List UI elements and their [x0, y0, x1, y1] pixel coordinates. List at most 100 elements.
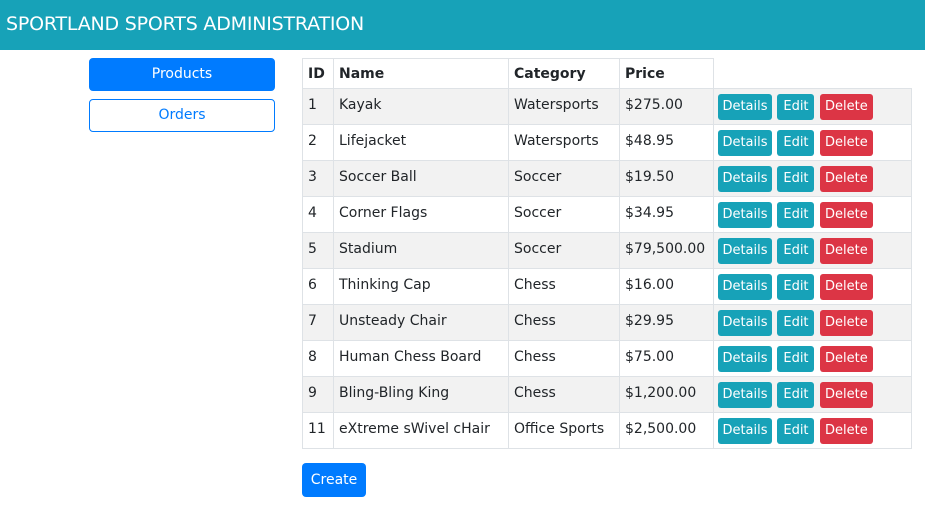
cell-id: 5	[302, 232, 334, 269]
cell-actions: Details Edit Delete	[713, 340, 912, 377]
app-header: SPORTLAND SPORTS ADMINISTRATION	[0, 0, 925, 50]
cell-name: Unsteady Chair	[333, 304, 509, 341]
cell-actions: Details Edit Delete	[713, 232, 912, 269]
edit-button[interactable]: Edit	[777, 382, 815, 408]
edit-button[interactable]: Edit	[777, 346, 815, 372]
edit-button[interactable]: Edit	[777, 310, 815, 336]
details-button[interactable]: Details	[718, 274, 772, 300]
cell-id: 11	[302, 412, 334, 449]
table-row: 1 Kayak Watersports $275.00 Details Edit Del…	[302, 88, 912, 125]
app-title: SPORTLAND SPORTS ADMINISTRATION	[6, 13, 365, 35]
cell-id: 9	[302, 376, 334, 413]
details-button[interactable]: Details	[718, 202, 772, 228]
cell-actions: Details Edit Delete	[713, 268, 912, 305]
cell-id: 3	[302, 160, 334, 197]
cell-name: Human Chess Board	[333, 340, 509, 377]
details-button[interactable]: Details	[718, 238, 772, 264]
cell-price: $75.00	[619, 340, 714, 377]
delete-button[interactable]: Delete	[819, 346, 873, 372]
edit-button[interactable]: Edit	[777, 238, 815, 264]
cell-id: 4	[302, 196, 334, 233]
cell-category: Watersports	[508, 124, 620, 161]
cell-price: $19.50	[619, 160, 714, 197]
delete-button[interactable]: Delete	[819, 310, 873, 336]
cell-price: $48.95	[619, 124, 714, 161]
table-row: 7 Unsteady Chair Chess $29.95 Details Edit D…	[302, 304, 912, 341]
cell-category: Chess	[508, 304, 620, 341]
details-button[interactable]: Details	[718, 94, 772, 120]
cell-name: Soccer Ball	[333, 160, 509, 197]
delete-button[interactable]: Delete	[819, 94, 873, 120]
delete-button[interactable]: Delete	[819, 166, 873, 192]
column-header-price: Price	[619, 58, 714, 89]
details-button[interactable]: Details	[718, 310, 772, 336]
details-button[interactable]: Details	[718, 418, 772, 444]
cell-category: Chess	[508, 268, 620, 305]
cell-actions: Details Edit Delete	[713, 124, 912, 161]
cell-actions: Details Edit Delete	[713, 376, 912, 413]
edit-button[interactable]: Edit	[777, 130, 815, 156]
table-row: 2 Lifejacket Watersports $48.95 Details Edit…	[302, 124, 912, 161]
cell-id: 2	[302, 124, 334, 161]
products-nav-button[interactable]: Products	[89, 58, 275, 91]
delete-button[interactable]: Delete	[819, 130, 873, 156]
delete-button[interactable]: Delete	[819, 274, 873, 300]
delete-button[interactable]: Delete	[819, 418, 873, 444]
cell-actions: Details Edit Delete	[713, 160, 912, 197]
sidebar-nav: Products Orders	[89, 58, 275, 132]
cell-category: Watersports	[508, 88, 620, 125]
cell-category: Chess	[508, 376, 620, 413]
edit-button[interactable]: Edit	[777, 166, 815, 192]
table-row: 5 Stadium Soccer $79,500.00 Details Edit Del…	[302, 232, 912, 269]
cell-price: $34.95	[619, 196, 714, 233]
details-button[interactable]: Details	[718, 130, 772, 156]
cell-category: Chess	[508, 340, 620, 377]
table-row: 3 Soccer Ball Soccer $19.50 Details Edit Del…	[302, 160, 912, 197]
cell-id: 6	[302, 268, 334, 305]
edit-button[interactable]: Edit	[777, 274, 815, 300]
cell-name: Corner Flags	[333, 196, 509, 233]
details-button[interactable]: Details	[718, 346, 772, 372]
table-row: 8 Human Chess Board Chess $75.00 Details Edi…	[302, 340, 912, 377]
cell-name: Kayak	[333, 88, 509, 125]
cell-price: $275.00	[619, 88, 714, 125]
cell-id: 7	[302, 304, 334, 341]
details-button[interactable]: Details	[718, 382, 772, 408]
table-row: 4 Corner Flags Soccer $34.95 Details Edit De…	[302, 196, 912, 233]
delete-button[interactable]: Delete	[819, 202, 873, 228]
table-row: 11 eXtreme sWivel cHair Office Sports $2,50…	[302, 412, 912, 449]
cell-price: $2,500.00	[619, 412, 714, 449]
edit-button[interactable]: Edit	[777, 202, 815, 228]
cell-name: Bling-Bling King	[333, 376, 509, 413]
products-table: ID Name Category Price 1 Kayak Watersports…	[302, 58, 912, 449]
cell-id: 1	[302, 88, 334, 125]
cell-price: $79,500.00	[619, 232, 714, 269]
delete-button[interactable]: Delete	[819, 382, 873, 408]
column-header-id: ID	[302, 58, 334, 89]
cell-category: Soccer	[508, 232, 620, 269]
cell-id: 8	[302, 340, 334, 377]
cell-name: eXtreme sWivel cHair	[333, 412, 509, 449]
create-button[interactable]: Create	[302, 463, 366, 497]
cell-name: Stadium	[333, 232, 509, 269]
cell-actions: Details Edit Delete	[713, 304, 912, 341]
cell-category: Soccer	[508, 196, 620, 233]
table-header-row: ID Name Category Price	[302, 58, 912, 89]
column-header-name: Name	[333, 58, 509, 89]
details-button[interactable]: Details	[718, 166, 772, 192]
orders-nav-button[interactable]: Orders	[89, 99, 275, 132]
delete-button[interactable]: Delete	[819, 238, 873, 264]
table-row: 6 Thinking Cap Chess $16.00 Details Edit Del…	[302, 268, 912, 305]
cell-price: $16.00	[619, 268, 714, 305]
cell-name: Thinking Cap	[333, 268, 509, 305]
cell-actions: Details Edit Delete	[713, 412, 912, 449]
cell-actions: Details Edit Delete	[713, 88, 912, 125]
cell-actions: Details Edit Delete	[713, 196, 912, 233]
column-header-category: Category	[508, 58, 620, 89]
table-row: 9 Bling-Bling King Chess $1,200.00 Details E…	[302, 376, 912, 413]
column-header-actions	[713, 58, 912, 89]
cell-name: Lifejacket	[333, 124, 509, 161]
cell-category: Soccer	[508, 160, 620, 197]
edit-button[interactable]: Edit	[777, 94, 815, 120]
edit-button[interactable]: Edit	[777, 418, 815, 444]
